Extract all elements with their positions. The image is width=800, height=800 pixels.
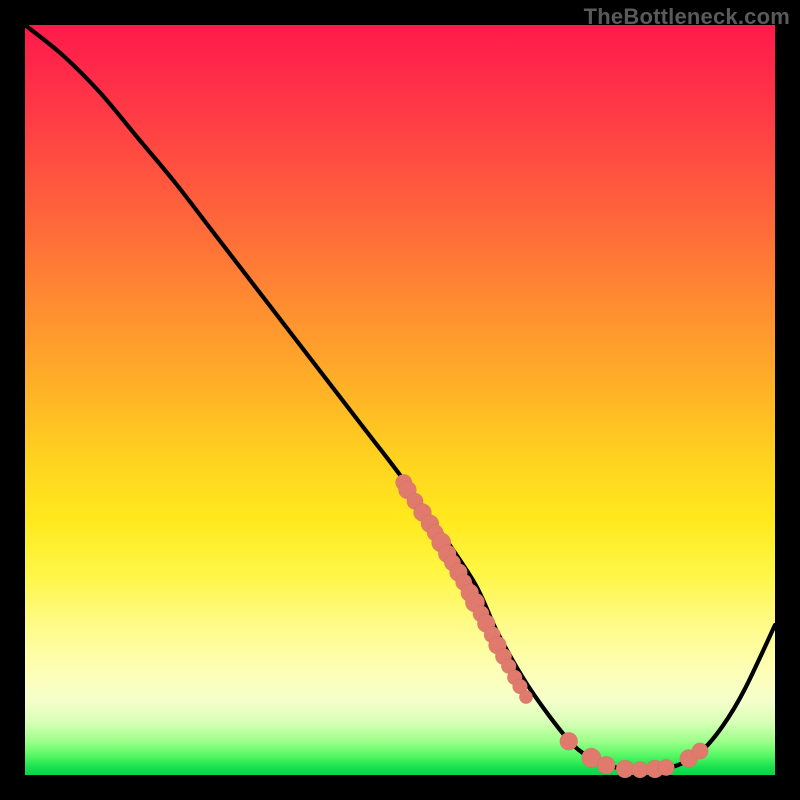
sample-point	[616, 760, 634, 778]
sample-point	[560, 732, 578, 750]
sample-points-group	[396, 474, 709, 778]
bottleneck-curve	[25, 25, 775, 770]
sample-point	[597, 756, 615, 774]
sample-point	[519, 690, 533, 704]
sample-point	[632, 762, 649, 779]
chart-svg	[25, 25, 775, 775]
attribution-label: TheBottleneck.com	[584, 4, 790, 30]
sample-point	[658, 759, 675, 776]
plot-area	[25, 25, 775, 775]
chart-container: TheBottleneck.com	[0, 0, 800, 800]
sample-point	[692, 743, 709, 760]
